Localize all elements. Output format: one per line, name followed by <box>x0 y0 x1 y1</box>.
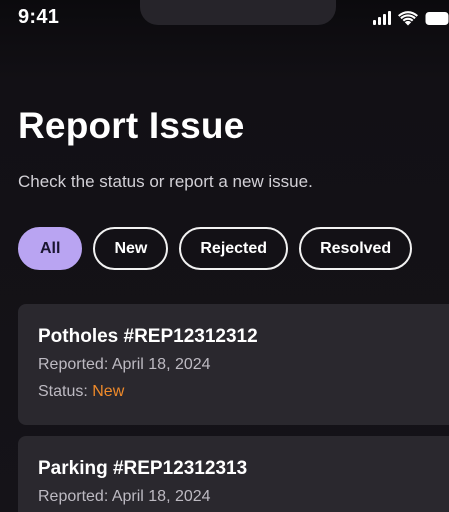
report-status-value: New <box>92 383 125 400</box>
report-title: Potholes #REP12312312 <box>38 326 258 347</box>
report-card[interactable]: Parking #REP12312313 Reported: April 18,… <box>18 436 449 512</box>
filter-chip-rejected[interactable]: Rejected <box>179 227 289 270</box>
wifi-icon <box>398 10 418 26</box>
report-date: Reported: April 18, 2024 <box>38 488 211 505</box>
page-title: Report Issue <box>18 105 245 146</box>
report-card[interactable]: Potholes #REP12312312 Reported: April 18… <box>18 304 449 425</box>
filter-chip-all[interactable]: All <box>18 227 83 270</box>
status-icons <box>373 9 449 27</box>
battery-icon <box>425 11 449 26</box>
status-time: 9:41 <box>18 6 60 28</box>
report-status-label: Status: <box>38 383 93 400</box>
status-bar: 9:41 <box>0 0 449 40</box>
status-filter-tabs: All New Rejected Resolved <box>18 227 413 270</box>
report-issue-screen: 9:41 Report Issue Check the status or re… <box>0 0 449 512</box>
report-date: Reported: April 18, 2024 <box>38 356 211 373</box>
report-title: Parking #REP12312313 <box>38 458 248 479</box>
report-status: Status: New <box>38 383 448 401</box>
filter-chip-new[interactable]: New <box>93 227 169 270</box>
device-notch <box>140 0 336 25</box>
filter-chip-resolved[interactable]: Resolved <box>299 227 413 270</box>
cellular-signal-icon <box>373 11 391 25</box>
page-subtitle: Check the status or report a new issue. <box>18 172 313 191</box>
